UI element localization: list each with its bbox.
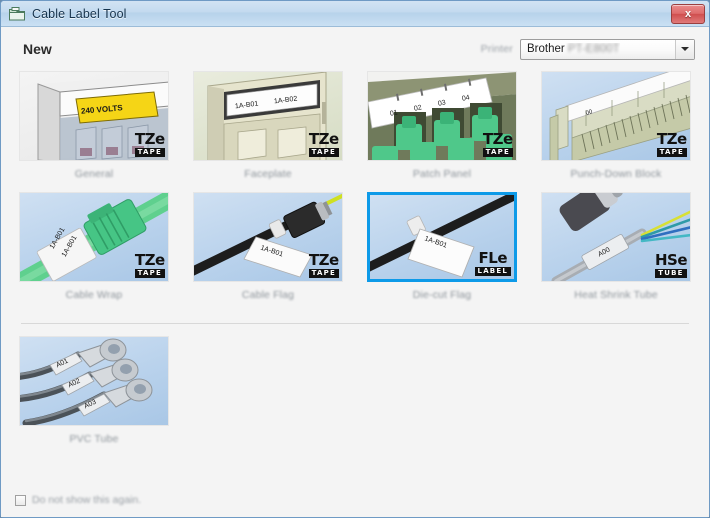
close-icon: x [684,8,692,20]
tze-tape-badge: TZe TAPE [134,251,165,278]
tile-pvc-tube[interactable]: A01 A02 A03 PVC Tube [19,336,169,457]
tile-heat-shrink-tube-thumbnail: A00 HSe TUBE [541,192,691,282]
tze-tape-badge: TZe TAPE [482,130,513,157]
tile-pvc-tube-thumbnail: A01 A02 A03 [19,336,169,426]
tze-badge-text: TZe [656,130,687,148]
tile-punch-down-block-label: Punch-Down Block [570,168,662,180]
template-grid: 240 VOLTS TZe TAPE General 1A-B01 1A-B02… [1,71,709,483]
tile-patch-panel-art-text-3: 03 [437,99,447,108]
window-title: Cable Label Tool [32,6,127,21]
tze-tape-badge: TZe TAPE [308,251,339,278]
tile-cable-wrap-thumbnail: 1A-B01 1A-B01 TZe TAPE [19,192,169,282]
page-title: New [23,41,52,57]
tile-general[interactable]: 240 VOLTS TZe TAPE General [19,71,169,192]
printer-brand: Brother [527,43,565,55]
tape-badge-text: TAPE [134,269,165,278]
tile-patch-panel-art-text-1: 01 [389,109,399,118]
application-icon [8,6,26,22]
tile-cable-flag[interactable]: 1A-B01 TZe TAPE Cable Flag [193,192,343,313]
tile-patch-panel-art-text-4: 04 [461,94,471,103]
tile-patch-panel-art-text-2: 02 [413,104,423,113]
tze-tape-badge: TZe TAPE [308,130,339,157]
section-divider [21,323,689,324]
tze-badge-text: TZe [482,130,513,148]
tile-patch-panel[interactable]: 01 02 03 04 TZe TAPE Patch Panel [367,71,517,192]
tile-punch-down-block-thumbnail: 00 TZe TAPE [541,71,691,161]
tile-heat-shrink-tube[interactable]: A00 HSe TUBE Heat Shrink Tube [541,192,691,313]
client-area: New Printer Brother PT-E800T 240 VOLTS T… [1,27,709,517]
tile-cable-flag-label: Cable Flag [241,289,295,301]
close-button[interactable]: x [671,4,705,24]
template-grid-row: 240 VOLTS TZe TAPE General 1A-B01 1A-B02… [19,71,691,192]
tile-heat-shrink-tube-label: Heat Shrink Tube [574,289,658,301]
tube-badge-text: TUBE [654,269,687,278]
do-not-show-again-label: Do not show this again. [32,494,142,506]
printer-label: Printer [480,43,513,55]
tile-patch-panel-thumbnail: 01 02 03 04 TZe TAPE [367,71,517,161]
pvc-tube-illustration: A01 A02 A03 [20,337,168,425]
label-badge-text: LABEL [474,267,511,276]
tile-general-label: General [74,168,114,180]
tape-badge-text: TAPE [134,148,165,157]
fle-label-badge: FLe LABEL [474,249,511,276]
tze-badge-text: TZe [308,130,339,148]
printer-select-value: Brother PT-E800T [521,43,620,55]
tile-faceplate-thumbnail: 1A-B01 1A-B02 TZe TAPE [193,71,343,161]
tile-cable-wrap-label: Cable Wrap [65,289,123,301]
footer-bar: Do not show this again. [1,483,709,517]
printer-model: PT-E800T [567,43,620,55]
printer-select[interactable]: Brother PT-E800T [520,38,695,60]
tile-cable-wrap[interactable]: 1A-B01 1A-B01 TZe TAPE Cable Wrap [19,192,169,313]
tile-faceplate[interactable]: 1A-B01 1A-B02 TZe TAPE Faceplate [193,71,343,192]
do-not-show-again-checkbox[interactable] [15,494,26,506]
title-bar: Cable Label Tool x [1,1,709,27]
tze-badge-text: TZe [308,251,339,269]
tile-punch-down-block[interactable]: 00 TZe TAPE Punch-Down Block [541,71,691,192]
tile-general-thumbnail: 240 VOLTS TZe TAPE [19,71,169,161]
hse-tube-badge: HSe TUBE [654,251,688,278]
tze-badge-text: TZe [134,130,165,148]
tape-badge-text: TAPE [308,148,339,157]
template-grid-row: A01 A02 A03 PVC Tube [19,336,691,457]
tile-pvc-tube-label: PVC Tube [69,433,119,445]
hse-badge-text: HSe [654,251,688,269]
main-window: Cable Label Tool x New Printer Brother P… [0,0,710,518]
tile-patch-panel-label: Patch Panel [412,168,472,180]
header-row: New Printer Brother PT-E800T [1,27,709,71]
template-grid-row: 1A-B01 1A-B01 TZe TAPE Cable Wrap 1A-B01… [19,192,691,313]
chevron-down-icon [681,47,689,51]
tape-badge-text: TAPE [308,269,339,278]
fle-badge-text: FLe [478,249,508,267]
tze-tape-badge: TZe TAPE [656,130,687,157]
tape-badge-text: TAPE [656,148,687,157]
tile-die-cut-flag-label: Die-cut Flag [412,289,472,301]
tile-die-cut-flag[interactable]: 1A-B01 FLe LABEL Die-cut Flag [367,192,517,313]
tze-tape-badge: TZe TAPE [134,130,165,157]
tile-cable-flag-thumbnail: 1A-B01 TZe TAPE [193,192,343,282]
tile-die-cut-flag-thumbnail: 1A-B01 FLe LABEL [367,192,517,282]
printer-select-arrow-zone[interactable] [675,39,694,59]
tape-badge-text: TAPE [482,148,513,157]
tile-faceplate-label: Faceplate [244,168,292,180]
tze-badge-text: TZe [134,251,165,269]
